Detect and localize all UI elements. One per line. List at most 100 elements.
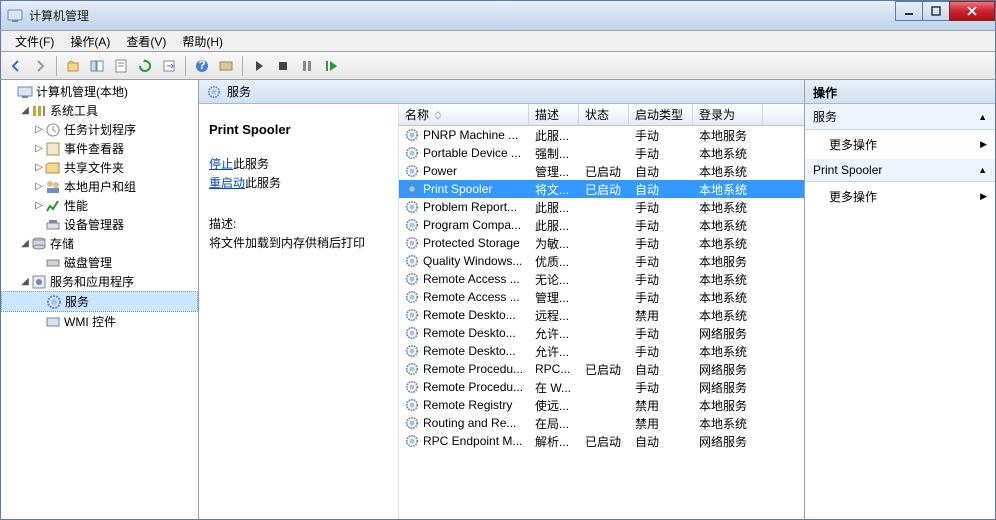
- service-start: 自动: [629, 433, 693, 450]
- stop-service-link[interactable]: 停止: [209, 157, 233, 171]
- actions-more-2[interactable]: 更多操作▶: [805, 182, 995, 211]
- service-row[interactable]: Problem Report...此服...手动本地系统: [399, 198, 804, 216]
- menu-help[interactable]: 帮助(H): [174, 31, 231, 52]
- actions-group-selected[interactable]: Print Spooler▲: [805, 159, 995, 182]
- service-row[interactable]: PNRP Machine ...此服...手动本地服务: [399, 126, 804, 144]
- service-name: Power: [423, 164, 457, 178]
- stop-button[interactable]: [272, 55, 294, 77]
- up-button[interactable]: [62, 55, 84, 77]
- services-list[interactable]: 名称 描述 状态 启动类型 登录为 PNRP Machine ...此服...手…: [399, 104, 804, 519]
- tree-root[interactable]: 计算机管理(本地): [1, 82, 198, 101]
- service-row[interactable]: Remote Procedu...RPC...已启动自动网络服务: [399, 360, 804, 378]
- service-row[interactable]: Quality Windows...优质...手动本地服务: [399, 252, 804, 270]
- service-row[interactable]: Power管理...已启动自动本地系统: [399, 162, 804, 180]
- back-button[interactable]: [5, 55, 27, 77]
- service-row[interactable]: RPC Endpoint M...解析...已启动自动网络服务: [399, 432, 804, 450]
- refresh-button[interactable]: [134, 55, 156, 77]
- service-start: 手动: [629, 271, 693, 288]
- export-button[interactable]: [158, 55, 180, 77]
- actions-more-1[interactable]: 更多操作▶: [805, 130, 995, 159]
- service-name: Routing and Re...: [423, 416, 516, 430]
- service-row[interactable]: Protected Storage为敏...手动本地系统: [399, 234, 804, 252]
- toolbar: ?: [0, 52, 996, 80]
- tree-local-users[interactable]: ▷本地用户和组: [1, 177, 198, 196]
- service-start: 自动: [629, 163, 693, 180]
- service-row[interactable]: Remote Procedu...在 W...手动网络服务: [399, 378, 804, 396]
- service-row[interactable]: Remote Deskto...允许...手动本地系统: [399, 342, 804, 360]
- service-desc: 强制...: [529, 145, 579, 162]
- menu-file[interactable]: 文件(F): [7, 31, 62, 52]
- tree-storage[interactable]: ◢存储: [1, 234, 198, 253]
- tree-services-apps[interactable]: ◢服务和应用程序: [1, 272, 198, 291]
- pause-button[interactable]: [296, 55, 318, 77]
- forward-button[interactable]: [29, 55, 51, 77]
- service-desc: 远程...: [529, 307, 579, 324]
- service-desc: 为敏...: [529, 235, 579, 252]
- service-name: Remote Access ...: [423, 290, 520, 304]
- col-start[interactable]: 启动类型: [629, 104, 693, 125]
- play-button[interactable]: [248, 55, 270, 77]
- tree-services[interactable]: 服务: [1, 291, 198, 312]
- tree-system-tools[interactable]: ◢系统工具: [1, 101, 198, 120]
- service-row[interactable]: Portable Device ...强制...手动本地系统: [399, 144, 804, 162]
- col-state[interactable]: 状态: [579, 104, 629, 125]
- help-button[interactable]: ?: [191, 55, 213, 77]
- show-hide-tree-button[interactable]: [86, 55, 108, 77]
- service-desc: 在局...: [529, 415, 579, 432]
- service-logon: 本地系统: [693, 415, 763, 432]
- actions-group-services[interactable]: 服务▲: [805, 104, 995, 130]
- actions-pane: 操作 服务▲ 更多操作▶ Print Spooler▲ 更多操作▶: [805, 80, 995, 519]
- service-logon: 网络服务: [693, 433, 763, 450]
- service-start: 手动: [629, 235, 693, 252]
- tree-device-manager[interactable]: 设备管理器: [1, 215, 198, 234]
- restart-button[interactable]: [320, 55, 342, 77]
- services-icon: [207, 85, 221, 99]
- menu-view[interactable]: 查看(V): [118, 31, 174, 52]
- col-logon[interactable]: 登录为: [693, 104, 763, 125]
- service-logon: 本地系统: [693, 271, 763, 288]
- service-logon: 本地系统: [693, 235, 763, 252]
- gear-icon: [405, 164, 419, 178]
- center-title: 服务: [227, 83, 251, 100]
- tree-event-viewer[interactable]: ▷事件查看器: [1, 139, 198, 158]
- menu-action[interactable]: 操作(A): [62, 31, 118, 52]
- col-desc[interactable]: 描述: [529, 104, 579, 125]
- service-name: Portable Device ...: [423, 146, 521, 160]
- service-row[interactable]: Remote Deskto...允许...手动网络服务: [399, 324, 804, 342]
- service-row[interactable]: Program Compa...此服...手动本地系统: [399, 216, 804, 234]
- sort-icon: [433, 110, 443, 120]
- close-button[interactable]: [949, 1, 995, 21]
- service-start: 手动: [629, 145, 693, 162]
- tree-disk-management[interactable]: 磁盘管理: [1, 253, 198, 272]
- service-start: 手动: [629, 253, 693, 270]
- restart-service-link[interactable]: 重启动: [209, 176, 245, 190]
- gear-icon: [405, 416, 419, 430]
- gear-icon: [405, 362, 419, 376]
- gear-icon: [405, 344, 419, 358]
- service-name: Remote Registry: [423, 398, 512, 412]
- menu-bar: 文件(F) 操作(A) 查看(V) 帮助(H): [0, 30, 996, 52]
- service-logon: 本地系统: [693, 343, 763, 360]
- service-row[interactable]: Remote Registry使远...禁用本地服务: [399, 396, 804, 414]
- service-name: Print Spooler: [423, 182, 492, 196]
- service-row[interactable]: Routing and Re...在局...禁用本地系统: [399, 414, 804, 432]
- description-text: 将文件加载到内存供稍后打印: [209, 234, 388, 251]
- service-row[interactable]: Remote Access ...管理...手动本地系统: [399, 288, 804, 306]
- service-desc: 管理...: [529, 163, 579, 180]
- minimize-button[interactable]: [895, 1, 923, 21]
- properties-button[interactable]: [110, 55, 132, 77]
- col-name[interactable]: 名称: [399, 104, 529, 125]
- tree-performance[interactable]: ▷性能: [1, 196, 198, 215]
- maximize-button[interactable]: [922, 1, 950, 21]
- navigation-tree[interactable]: 计算机管理(本地) ◢系统工具 ▷任务计划程序 ▷事件查看器 ▷共享文件夹 ▷本…: [1, 80, 199, 519]
- gear-icon: [405, 146, 419, 160]
- service-row[interactable]: Print Spooler将文...已启动自动本地系统: [399, 180, 804, 198]
- service-name: Program Compa...: [423, 218, 521, 232]
- service-row[interactable]: Remote Access ...无论...手动本地系统: [399, 270, 804, 288]
- tree-shared-folders[interactable]: ▷共享文件夹: [1, 158, 198, 177]
- tree-wmi[interactable]: WMI 控件: [1, 312, 198, 331]
- toolbar-icon[interactable]: [215, 55, 237, 77]
- service-start: 手动: [629, 127, 693, 144]
- tree-task-scheduler[interactable]: ▷任务计划程序: [1, 120, 198, 139]
- service-row[interactable]: Remote Deskto...远程...禁用本地系统: [399, 306, 804, 324]
